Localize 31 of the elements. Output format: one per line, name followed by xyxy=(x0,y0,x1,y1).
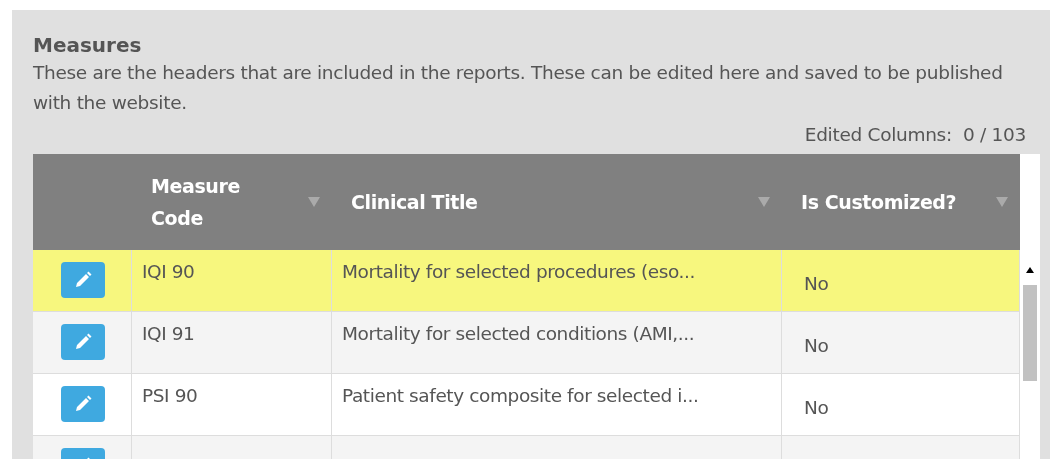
table-cell-text: No xyxy=(803,334,830,358)
edit-button[interactable] xyxy=(61,262,105,298)
scrollbar-thumb[interactable] xyxy=(1023,285,1037,381)
column-header[interactable]: Measure Code xyxy=(151,170,261,234)
table-cell-text: No xyxy=(803,396,830,420)
column-header[interactable]: Clinical Title xyxy=(351,186,478,218)
scroll-up-icon[interactable] xyxy=(1026,267,1034,273)
table-cell-text: IQI 90 xyxy=(141,260,196,284)
sort-icon[interactable] xyxy=(308,197,320,207)
sort-icon[interactable] xyxy=(996,197,1008,207)
table-cell-text: Patient safety composite for selected i... xyxy=(341,384,700,408)
table-cell-text: Mortality for selected procedures (eso... xyxy=(341,260,696,284)
table-row[interactable]: IQI 90 Mortality for selected procedures (eso... No xyxy=(33,250,1020,312)
table-row[interactable]: PSI 90 Patient safety composite for selected i... No xyxy=(33,374,1020,436)
pencil-icon xyxy=(73,270,93,290)
edit-button[interactable] xyxy=(61,324,105,360)
table-cell-text: No xyxy=(803,272,830,296)
panel-description: These are the headers that are included in the reports. These can be edited here and saved to be published with the website. xyxy=(33,61,1004,115)
table-cell-text: PSI 90 xyxy=(141,384,199,408)
table-cell-text: IQI 91 xyxy=(141,322,196,346)
pencil-icon xyxy=(73,394,93,414)
table-cell-text: Mortality for selected conditions (AMI,... xyxy=(341,322,696,346)
sort-icon[interactable] xyxy=(758,197,770,207)
scrollbar[interactable] xyxy=(1020,154,1040,459)
table-row[interactable]: IQI 91 Mortality for selected conditions (AMI,... No xyxy=(33,312,1020,374)
edited-columns-label: Edited Columns: xyxy=(804,124,952,145)
edit-button[interactable] xyxy=(61,386,105,422)
panel-title: Measures xyxy=(33,32,143,58)
edited-columns-count: 0 / 103 xyxy=(963,124,1026,145)
column-header[interactable]: Is Customized? xyxy=(801,186,957,218)
pencil-icon xyxy=(73,332,93,352)
